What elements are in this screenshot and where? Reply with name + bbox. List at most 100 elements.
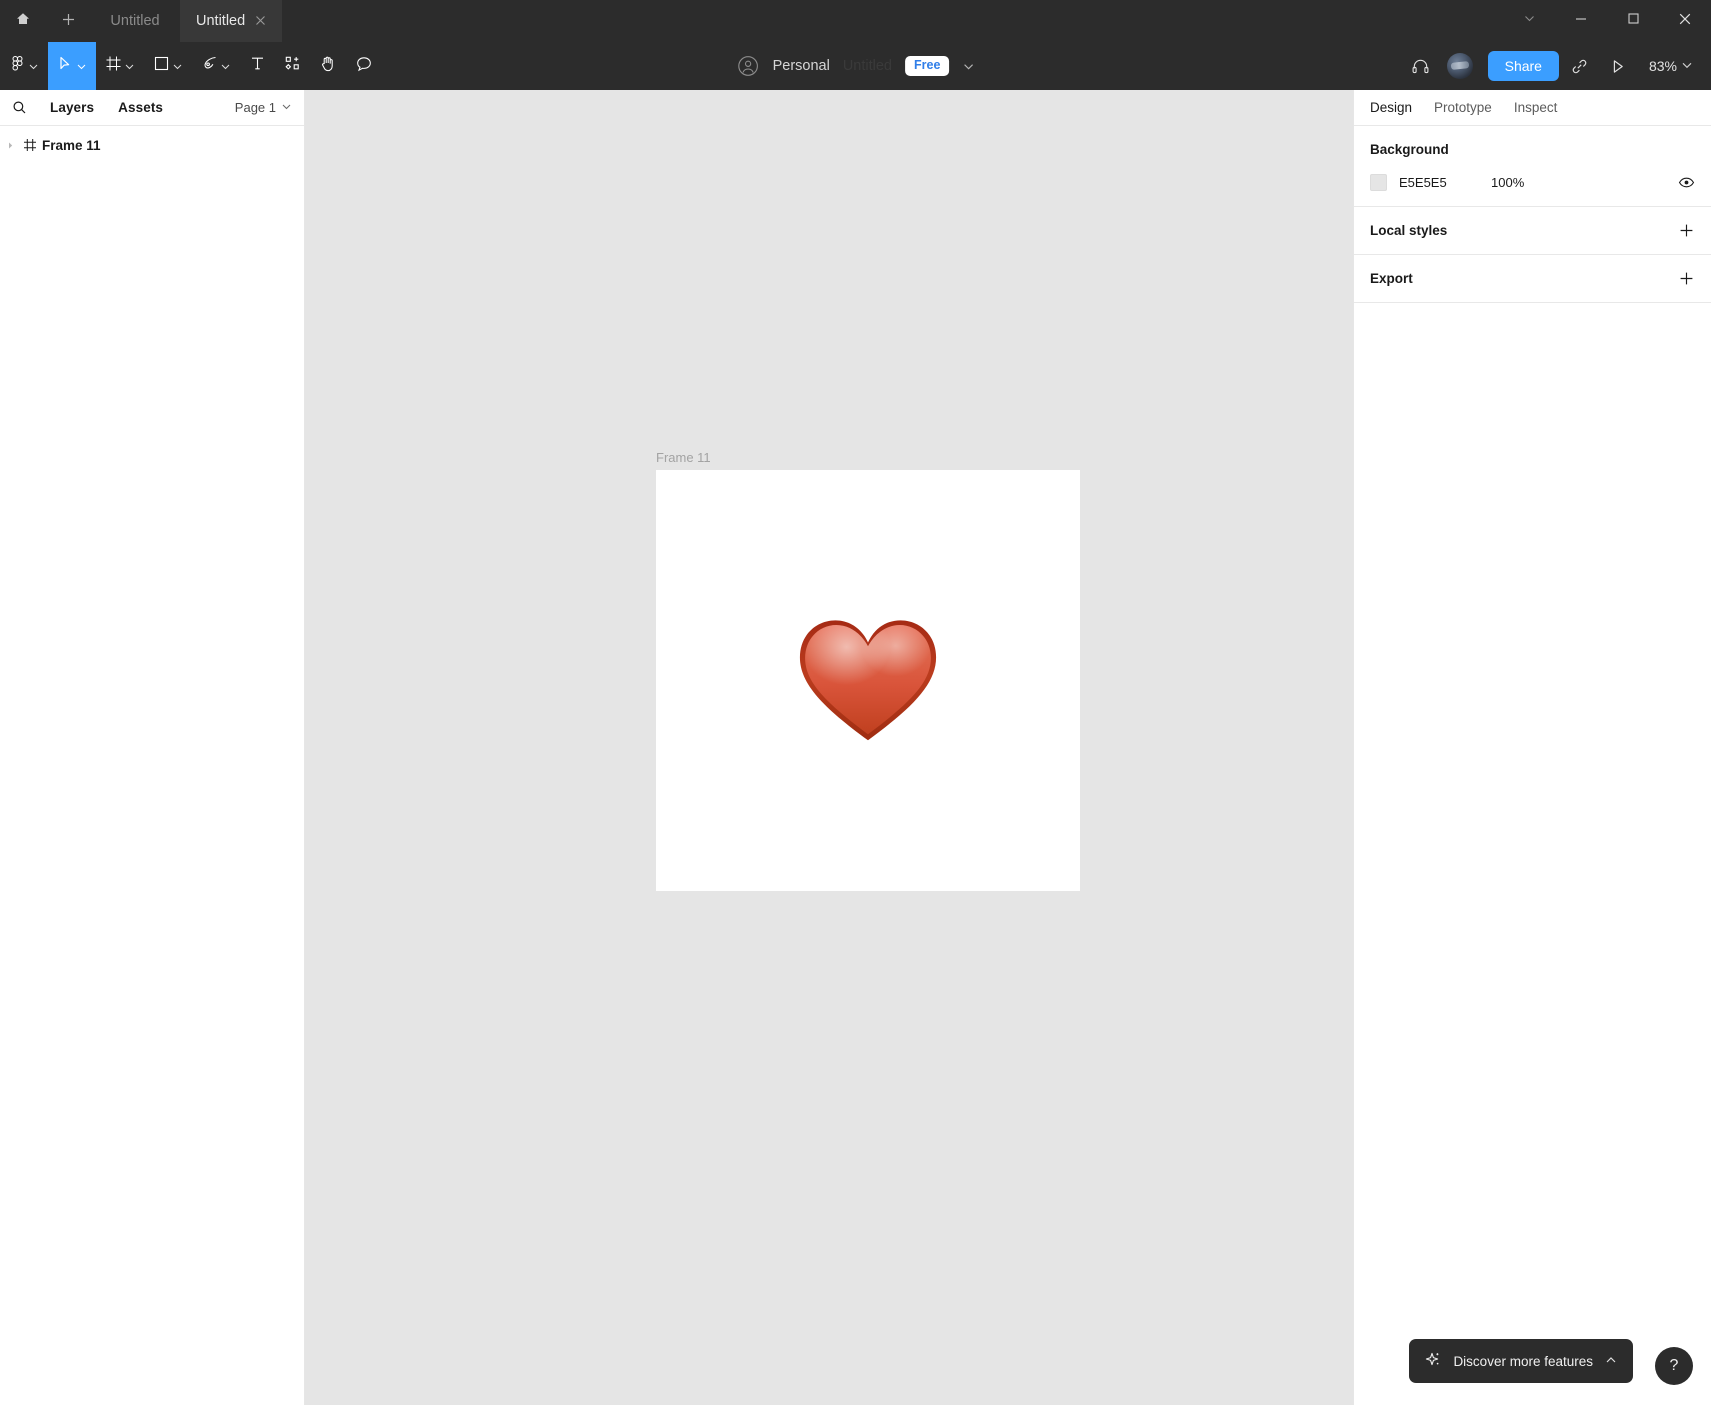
new-tab-button[interactable] xyxy=(46,0,90,42)
pen-icon xyxy=(201,55,218,77)
figma-logo-icon xyxy=(9,55,26,77)
canvas-frame-wrapper: Frame 11 xyxy=(656,451,1080,891)
color-swatch[interactable] xyxy=(1370,174,1387,191)
tool-figma-menu[interactable] xyxy=(0,42,48,90)
tool-frame[interactable] xyxy=(96,42,144,90)
chevron-down-icon xyxy=(220,61,231,72)
chevron-down-icon[interactable] xyxy=(962,60,975,73)
frame-11[interactable] xyxy=(656,470,1080,891)
chevron-down-icon xyxy=(28,61,39,72)
plus-icon[interactable] xyxy=(1678,222,1695,239)
text-icon xyxy=(249,55,266,77)
left-sidebar-header: Layers Assets Page 1 xyxy=(0,90,304,126)
eye-icon[interactable] xyxy=(1678,174,1695,191)
main-toolbar: Personal Untitled Free Share 83% xyxy=(0,42,1711,90)
home-icon xyxy=(15,11,31,32)
left-sidebar: Layers Assets Page 1 Frame 11 xyxy=(0,90,305,1405)
tool-resources[interactable] xyxy=(275,42,310,90)
red-heart-emoji xyxy=(794,607,942,755)
user-avatar[interactable] xyxy=(1446,53,1473,79)
window-tab-bar: Untitled Untitled xyxy=(0,0,1711,42)
plus-icon xyxy=(61,10,76,33)
background-section-title: Background xyxy=(1370,142,1449,157)
chevron-down-icon xyxy=(76,61,87,72)
tab-prototype[interactable]: Prototype xyxy=(1434,100,1504,115)
frame-label[interactable]: Frame 11 xyxy=(656,451,1080,464)
tool-move[interactable] xyxy=(48,42,96,90)
link-icon[interactable] xyxy=(1563,49,1597,83)
layer-name-label: Frame 11 xyxy=(42,137,101,153)
chevron-down-icon xyxy=(1523,12,1536,30)
close-icon[interactable] xyxy=(255,14,266,29)
headphones-icon[interactable] xyxy=(1404,49,1438,83)
layer-item-frame-11[interactable]: Frame 11 xyxy=(0,130,304,160)
close-window-button[interactable] xyxy=(1659,0,1711,42)
tool-comment[interactable] xyxy=(346,42,382,90)
tool-shape[interactable] xyxy=(144,42,192,90)
search-icon[interactable] xyxy=(12,100,38,115)
figma-app-window: Untitled Untitled Personal Untitled Free… xyxy=(0,0,1711,1405)
help-label: ? xyxy=(1669,1357,1679,1374)
tool-hand[interactable] xyxy=(310,42,346,90)
tab-title: Untitled xyxy=(196,13,246,29)
export-title: Export xyxy=(1370,271,1413,286)
plus-icon[interactable] xyxy=(1678,270,1695,287)
plan-badge[interactable]: Free xyxy=(905,56,950,76)
right-sidebar: Design Prototype Inspect Background E5E5… xyxy=(1353,90,1711,1405)
discover-more-features-button[interactable]: Discover more features xyxy=(1409,1339,1633,1383)
share-button[interactable]: Share xyxy=(1487,51,1559,81)
chevron-down-icon xyxy=(124,61,135,72)
play-icon[interactable] xyxy=(1601,49,1635,83)
square-icon xyxy=(153,55,170,77)
chevron-up-icon xyxy=(1604,1353,1618,1370)
tab-assets[interactable]: Assets xyxy=(106,100,175,115)
background-color-row: E5E5E5 100% xyxy=(1370,174,1695,191)
chevron-right-icon[interactable] xyxy=(2,141,18,150)
local-styles-title: Local styles xyxy=(1370,223,1448,238)
right-sidebar-tabs: Design Prototype Inspect xyxy=(1354,90,1711,126)
window-controls xyxy=(1503,0,1711,42)
color-opacity-value[interactable]: 100% xyxy=(1491,175,1524,190)
sparkle-icon xyxy=(1423,1350,1442,1372)
frame-icon xyxy=(105,55,122,77)
tab-layers[interactable]: Layers xyxy=(38,100,106,115)
chevron-down-icon xyxy=(281,100,292,115)
tab-design[interactable]: Design xyxy=(1370,100,1424,115)
close-icon xyxy=(1678,12,1692,31)
color-hex-value[interactable]: E5E5E5 xyxy=(1399,175,1491,190)
window-tab-1[interactable]: Untitled xyxy=(180,0,283,42)
discover-label: Discover more features xyxy=(1453,1353,1593,1369)
export-section: Export xyxy=(1354,255,1711,303)
local-styles-section: Local styles xyxy=(1354,207,1711,255)
tool-pen[interactable] xyxy=(192,42,240,90)
frame-icon xyxy=(18,138,42,152)
window-tab-0[interactable]: Untitled xyxy=(90,0,180,42)
zoom-control[interactable]: 83% xyxy=(1639,58,1699,74)
cursor-arrow-icon xyxy=(57,55,74,77)
minimize-button[interactable] xyxy=(1555,0,1607,42)
chevron-down-icon xyxy=(1681,58,1693,74)
home-button[interactable] xyxy=(0,0,46,42)
workspace: Layers Assets Page 1 Frame 11 Frame 11 D… xyxy=(0,90,1711,1405)
help-button[interactable]: ? xyxy=(1655,1347,1693,1385)
hand-icon xyxy=(319,55,337,78)
file-name-label[interactable]: Untitled xyxy=(843,58,892,74)
zoom-level-label: 83% xyxy=(1648,58,1677,74)
maximize-icon xyxy=(1627,12,1640,30)
account-label[interactable]: Personal xyxy=(773,58,830,74)
toolbar-right-actions: Share 83% xyxy=(1404,42,1711,90)
tab-title: Untitled xyxy=(110,13,160,29)
design-canvas[interactable]: Frame 11 xyxy=(305,90,1353,1405)
toolbar-center-info: Personal Untitled Free xyxy=(736,42,976,90)
tab-inspect[interactable]: Inspect xyxy=(1514,100,1570,115)
maximize-button[interactable] xyxy=(1607,0,1659,42)
page-selector[interactable]: Page 1 xyxy=(235,100,292,115)
comment-icon xyxy=(355,55,373,78)
minimize-icon xyxy=(1574,12,1588,31)
tool-text[interactable] xyxy=(240,42,275,90)
components-icon xyxy=(284,55,301,77)
account-avatar-icon[interactable] xyxy=(736,54,760,78)
tab-list-button[interactable] xyxy=(1503,0,1555,42)
chevron-down-icon xyxy=(172,61,183,72)
page-selector-label: Page 1 xyxy=(234,100,276,115)
